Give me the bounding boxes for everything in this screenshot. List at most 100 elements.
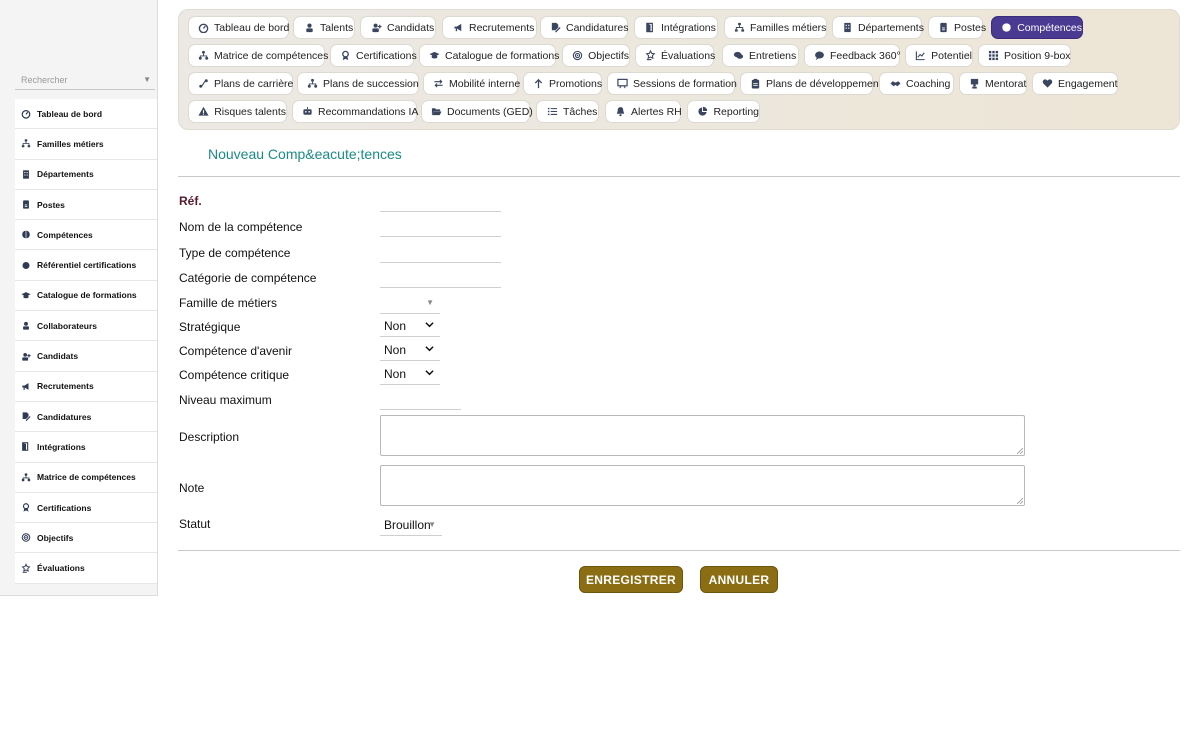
nav-tab[interactable]: Alertes RH <box>605 100 682 123</box>
sidebar-item[interactable]: Intégrations <box>15 432 157 463</box>
nav-tab-label: Potentiel <box>931 49 972 62</box>
sidebar: Rechercher ▼ Tableau de bord Familles mét… <box>0 0 158 596</box>
sidebar-item-label: Collaborateurs <box>37 320 97 331</box>
sidebar-item[interactable]: Tableau de bord <box>15 99 157 130</box>
critique-select[interactable]: Non <box>380 363 440 385</box>
nav-tab[interactable]: Tâches <box>536 100 599 123</box>
nav-tab[interactable]: Compétences <box>991 16 1083 39</box>
nav-tab[interactable]: Feedback 360° <box>804 44 901 67</box>
nav-tab[interactable]: Catalogue de formations <box>419 44 559 67</box>
sidebar-search-select[interactable]: Rechercher ▼ <box>15 70 155 90</box>
nav-tab-label: Risques talents <box>214 105 286 118</box>
resize-grip-icon[interactable] <box>1017 498 1023 504</box>
door-open-icon <box>21 442 31 452</box>
building-icon <box>842 22 853 34</box>
statut-label: Statut <box>179 517 211 531</box>
sidebar-item[interactable]: Familles métiers <box>15 129 157 160</box>
graduation-cap-icon <box>429 50 440 62</box>
nav-tab-label: Matrice de compétences <box>214 49 329 62</box>
sidebar-item[interactable]: Départements <box>15 160 157 190</box>
divider <box>178 176 1180 177</box>
nav-tab-label: Postes <box>954 21 987 34</box>
nav-tab[interactable]: Plans de développement <box>740 72 882 95</box>
niveau-input[interactable] <box>380 392 461 410</box>
cancel-button[interactable]: ANNULER <box>700 566 778 593</box>
nav-tab-label: Certifications <box>356 49 417 62</box>
nav-tab[interactable]: Entretiens <box>722 44 799 67</box>
nav-tab[interactable]: Tableau de bord <box>188 16 289 39</box>
award-icon <box>21 503 31 513</box>
nav-tab[interactable]: Talents <box>293 16 355 39</box>
nav-tab[interactable]: Recommandations IA <box>292 100 418 123</box>
nav-tab[interactable]: Familles métiers <box>724 16 827 39</box>
nav-tab[interactable]: Position 9-box <box>978 44 1071 67</box>
critique-label: Compétence critique <box>179 368 290 382</box>
sidebar-item[interactable]: Compétences <box>15 220 157 251</box>
famille-select[interactable]: ▼ <box>380 292 440 314</box>
nav-tab[interactable]: Risques talents <box>188 100 287 123</box>
ref-input[interactable] <box>380 194 501 212</box>
categorie-input[interactable] <box>380 270 501 288</box>
sidebar-item-label: Compétences <box>37 229 93 240</box>
nav-tab[interactable]: Recrutements <box>442 16 537 39</box>
sidebar-item[interactable]: Matrice de compétences <box>15 463 157 493</box>
sidebar-item[interactable]: Catalogue de formations <box>15 281 157 312</box>
sidebar-item[interactable]: Candidats <box>15 341 157 372</box>
avenir-value: Non <box>384 342 407 357</box>
robot-icon <box>302 106 313 118</box>
nav-tab[interactable]: Objectifs <box>562 44 630 67</box>
nav-tab[interactable]: Évaluations <box>635 44 715 67</box>
page-title: Nouveau Comp&eacute;tences <box>208 146 402 162</box>
user-icon <box>21 321 31 331</box>
nav-tab-label: Position 9-box <box>1004 49 1071 62</box>
nav-tab-label: Candidats <box>387 21 435 34</box>
nav-tab[interactable]: Mobilité interne <box>423 72 520 95</box>
chevron-down-icon <box>425 322 434 328</box>
sidebar-item[interactable]: Collaborateurs <box>15 311 157 342</box>
nav-tab[interactable]: Mentorat <box>959 72 1027 95</box>
nav-tab[interactable]: Plans de succession <box>297 72 419 95</box>
nav-tab-label: Candidatures <box>566 21 629 34</box>
nav-tab[interactable]: Engagement <box>1032 72 1118 95</box>
sidebar-item[interactable]: Postes <box>15 190 157 221</box>
brain-icon <box>21 230 31 240</box>
statut-select[interactable]: Brouillon ▼ <box>380 514 442 536</box>
description-textarea[interactable] <box>380 415 1025 456</box>
strategique-select[interactable]: Non <box>380 315 440 337</box>
nav-tab-label: Objectifs <box>588 49 629 62</box>
nav-tab[interactable]: Postes <box>928 16 987 39</box>
nav-tab[interactable]: Candidats <box>360 16 436 39</box>
nav-tab[interactable]: Départements <box>832 16 924 39</box>
bell-icon <box>615 106 626 118</box>
sidebar-item[interactable]: Référentiel certifications <box>15 250 157 281</box>
sidebar-item-label: Certifications <box>37 502 92 513</box>
nav-tab[interactable]: Sessions de formation <box>607 72 737 95</box>
sidebar-item[interactable]: Objectifs <box>15 523 157 554</box>
nav-tab[interactable]: Promotions <box>523 72 602 95</box>
nav-tab-label: Documents (GED) <box>447 105 533 118</box>
nav-tab[interactable]: Certifications <box>330 44 417 67</box>
avenir-select[interactable]: Non <box>380 339 440 361</box>
sidebar-item[interactable]: Certifications <box>15 493 157 524</box>
sidebar-item[interactable]: Évaluations <box>15 553 157 584</box>
user-plus-icon <box>21 351 31 361</box>
nom-input[interactable] <box>380 219 501 237</box>
nav-tab[interactable]: Candidatures <box>540 16 628 39</box>
type-input[interactable] <box>380 245 501 263</box>
sidebar-item-label: Tableau de bord <box>37 108 103 119</box>
sidebar-item[interactable]: Recrutements <box>15 372 157 402</box>
nav-tab[interactable]: Potentiel <box>905 44 973 67</box>
nav-tab[interactable]: Reporting <box>687 100 760 123</box>
nav-tab[interactable]: Plans de carrière <box>188 72 293 95</box>
note-textarea[interactable] <box>380 465 1025 506</box>
sidebar-menu: Tableau de bord Familles métiers Départeme… <box>15 99 157 584</box>
sidebar-item[interactable]: Candidatures <box>15 402 157 433</box>
door-open-icon <box>644 22 656 34</box>
save-button[interactable]: ENREGISTRER <box>579 566 683 593</box>
nav-tab[interactable]: Coaching <box>879 72 954 95</box>
nav-tab[interactable]: Matrice de compétences <box>188 44 329 67</box>
nav-tab[interactable]: Documents (GED) <box>421 100 533 123</box>
resize-grip-icon[interactable] <box>1017 448 1023 454</box>
sidebar-item-label: Candidatures <box>37 411 92 422</box>
nav-tab[interactable]: Intégrations <box>634 16 718 39</box>
